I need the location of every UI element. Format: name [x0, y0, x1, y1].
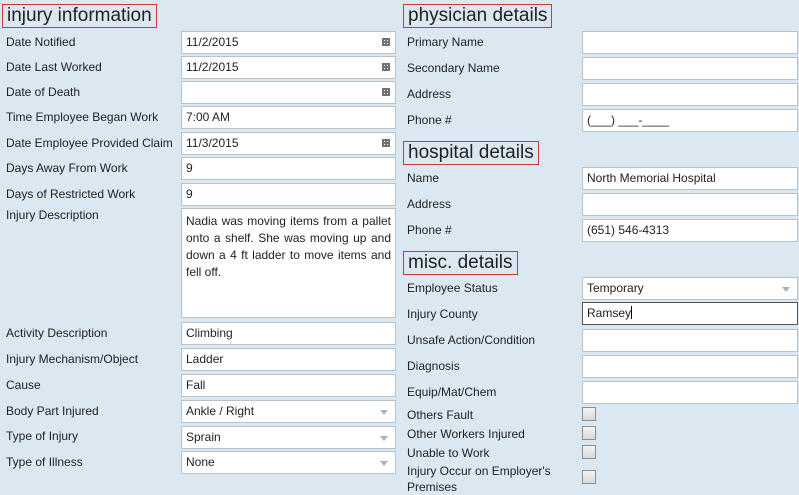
injury-mechanism-label: Injury Mechanism/Object: [6, 352, 139, 366]
type-of-illness-select[interactable]: None: [181, 451, 396, 474]
unsafe-action-label: Unsafe Action/Condition: [407, 333, 536, 347]
injury-description-textarea[interactable]: Nadia was moving items from a pallet ont…: [181, 208, 396, 318]
days-restricted-field[interactable]: 9: [181, 183, 396, 206]
time-began-work-value: 7:00 AM: [186, 110, 231, 124]
injury-mechanism-value: Ladder: [186, 352, 224, 366]
type-of-illness-value: None: [186, 455, 215, 469]
days-restricted-label: Days of Restricted Work: [6, 187, 136, 201]
body-part-select[interactable]: Ankle / Right: [181, 400, 396, 423]
days-away-label: Days Away From Work: [6, 161, 128, 175]
employee-status-value: Temporary: [587, 281, 644, 295]
date-provided-claim-label: Date Employee Provided Claim: [6, 136, 173, 150]
diagnosis-field[interactable]: [582, 355, 798, 378]
calendar-icon[interactable]: [382, 63, 390, 71]
chevron-down-icon[interactable]: [380, 461, 388, 466]
type-of-injury-select[interactable]: Sprain: [181, 426, 396, 449]
others-fault-label: Others Fault: [407, 408, 474, 422]
type-of-injury-label: Type of Injury: [6, 429, 79, 443]
days-away-value: 9: [186, 161, 193, 175]
hospital-name-field[interactable]: North Memorial Hospital: [582, 167, 798, 190]
physician-phone-value: (___) ___-____: [587, 113, 670, 127]
chevron-down-icon[interactable]: [380, 410, 388, 415]
secondary-name-field[interactable]: [582, 57, 798, 80]
calendar-icon[interactable]: [382, 88, 390, 96]
physician-phone-label: Phone #: [407, 113, 452, 127]
unsafe-action-field[interactable]: [582, 329, 798, 352]
type-of-illness-label: Type of Illness: [6, 455, 83, 469]
date-last-worked-label: Date Last Worked: [6, 60, 102, 74]
cause-value: Fall: [186, 378, 206, 392]
unable-to-work-checkbox[interactable]: [582, 445, 596, 459]
primary-name-field[interactable]: [582, 31, 798, 54]
date-of-death-label: Date of Death: [6, 85, 81, 99]
cause-label: Cause: [6, 378, 41, 392]
physician-address-field[interactable]: [582, 83, 798, 106]
primary-name-label: Primary Name: [407, 35, 484, 49]
activity-description-label: Activity Description: [6, 326, 108, 340]
hospital-phone-label: Phone #: [407, 223, 452, 237]
chevron-down-icon[interactable]: [782, 287, 790, 292]
date-last-worked-value: 11/2/2015: [186, 60, 239, 74]
injury-county-field[interactable]: Ramsey: [582, 302, 798, 325]
hospital-details-title: hospital details: [403, 141, 539, 165]
physician-phone-field[interactable]: (___) ___-____: [582, 109, 798, 132]
hospital-name-value: North Memorial Hospital: [587, 171, 716, 185]
physician-details-title: physician details: [403, 4, 553, 28]
hospital-phone-value: (651) 546-4313: [587, 223, 670, 237]
body-part-label: Body Part Injured: [6, 404, 99, 418]
injury-county-label: Injury County: [407, 307, 478, 321]
employer-premises-label: Injury Occur on Employer's Premises: [407, 464, 551, 494]
employee-status-select[interactable]: Temporary: [582, 277, 798, 300]
date-provided-claim-field[interactable]: 11/3/2015: [181, 132, 396, 155]
time-began-work-field[interactable]: 7:00 AM: [181, 106, 396, 129]
date-notified-label: Date Notified: [6, 35, 76, 49]
date-of-death-field[interactable]: [181, 81, 396, 104]
injury-information-title: injury information: [2, 4, 157, 28]
others-fault-checkbox[interactable]: [582, 407, 596, 421]
activity-description-field[interactable]: Climbing: [181, 322, 396, 345]
calendar-icon[interactable]: [382, 139, 390, 147]
injury-county-value: Ramsey: [587, 306, 632, 320]
days-away-field[interactable]: 9: [181, 157, 396, 180]
date-last-worked-field[interactable]: 11/2/2015: [181, 56, 396, 79]
diagnosis-label: Diagnosis: [407, 359, 460, 373]
body-part-value: Ankle / Right: [186, 404, 255, 418]
date-notified-field[interactable]: 11/2/2015: [181, 31, 396, 54]
chevron-down-icon[interactable]: [380, 436, 388, 441]
date-notified-value: 11/2/2015: [186, 35, 239, 49]
days-restricted-value: 9: [186, 187, 193, 201]
unable-to-work-label: Unable to Work: [407, 446, 490, 460]
employer-premises-checkbox[interactable]: [582, 470, 596, 484]
equip-field[interactable]: [582, 381, 798, 404]
hospital-address-label: Address: [407, 197, 452, 211]
type-of-injury-value: Sprain: [186, 430, 221, 444]
misc-details-title: misc. details: [403, 251, 518, 275]
text-cursor: [631, 306, 633, 319]
secondary-name-label: Secondary Name: [407, 61, 500, 75]
injury-mechanism-field[interactable]: Ladder: [181, 348, 396, 371]
other-workers-label: Other Workers Injured: [407, 427, 525, 441]
equip-label: Equip/Mat/Chem: [407, 385, 497, 399]
calendar-icon[interactable]: [382, 38, 390, 46]
other-workers-checkbox[interactable]: [582, 426, 596, 440]
hospital-phone-field[interactable]: (651) 546-4313: [582, 219, 798, 242]
date-provided-claim-value: 11/3/2015: [186, 136, 239, 150]
employee-status-label: Employee Status: [407, 281, 498, 295]
activity-description-value: Climbing: [186, 326, 233, 340]
hospital-address-field[interactable]: [582, 193, 798, 216]
hospital-name-label: Name: [407, 171, 440, 185]
time-began-work-label: Time Employee Began Work: [6, 110, 159, 124]
injury-description-label: Injury Description: [6, 208, 99, 222]
physician-address-label: Address: [407, 87, 452, 101]
cause-field[interactable]: Fall: [181, 374, 396, 397]
